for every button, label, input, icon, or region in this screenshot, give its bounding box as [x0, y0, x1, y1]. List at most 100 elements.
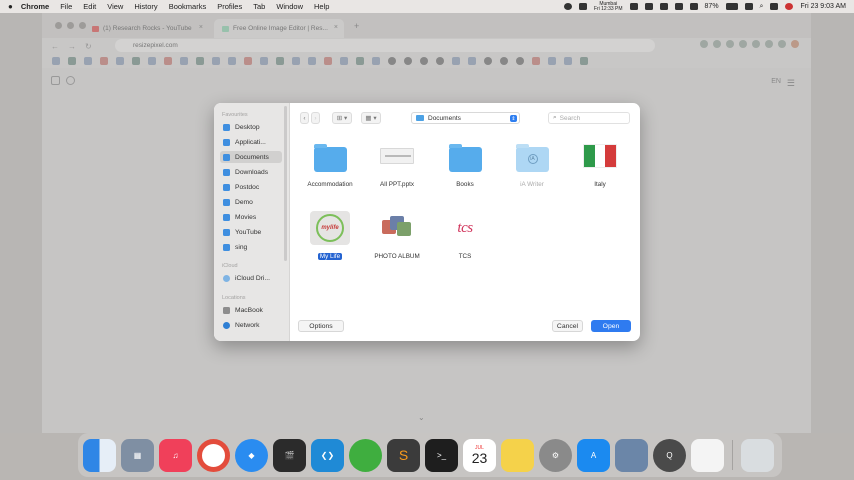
file-item-accommodation[interactable]: Accommodation [295, 139, 365, 191]
calendar-icon[interactable]: JUL 23 [463, 438, 496, 472]
file-item-italy[interactable]: Italy [565, 139, 635, 191]
menubar-datetime[interactable]: Fri 23 9:03 AM [800, 3, 846, 10]
sidebar-item-sing[interactable]: sing [220, 241, 282, 253]
reload-icon[interactable]: ↻ [85, 42, 92, 51]
github-icon[interactable] [436, 57, 444, 65]
screen-recorder-icon[interactable] [349, 438, 382, 472]
minimize-window-button[interactable] [67, 22, 74, 29]
bookmark-icon[interactable] [84, 57, 92, 65]
extension-icon[interactable] [726, 40, 734, 48]
bookmark-icon[interactable] [532, 57, 540, 65]
bookmark-icon[interactable] [148, 57, 156, 65]
discord-icon[interactable] [578, 3, 587, 10]
bookmark-icon[interactable] [452, 57, 460, 65]
bookmark-icon[interactable] [196, 57, 204, 65]
file-item-tcs[interactable]: tcs TCS [430, 211, 500, 263]
file-item-all-ppt[interactable]: All PPT.pptx [362, 139, 432, 191]
address-bar[interactable]: resizepixel.com [115, 39, 655, 52]
tab-image-editor[interactable]: Free Online Image Editor | Res... × [214, 19, 344, 38]
extension-icon[interactable] [752, 40, 760, 48]
sidebar-scrollbar[interactable] [284, 106, 287, 261]
cancel-button[interactable]: Cancel [552, 320, 583, 332]
bookmark-icon[interactable] [372, 57, 380, 65]
grid-icon[interactable] [644, 3, 653, 10]
sublime-icon[interactable]: S [387, 438, 420, 472]
menu-profiles[interactable]: Profiles [217, 2, 242, 11]
textedit-icon[interactable] [691, 438, 724, 472]
sidebar-item-youtube[interactable]: YouTube [220, 226, 282, 238]
world-clock[interactable]: Mumbai Fri 12:33 PM [594, 1, 623, 12]
sidebar-item-postdoc[interactable]: Postdoc [220, 181, 282, 193]
bookmark-icon[interactable] [308, 57, 316, 65]
bookmark-icon[interactable] [164, 57, 172, 65]
open-button[interactable]: Open [591, 320, 631, 332]
menu-help[interactable]: Help [314, 2, 329, 11]
sidebar-item-downloads[interactable]: Downloads [220, 166, 282, 178]
icon-view-icon[interactable]: ⊞ ▾ [332, 112, 352, 124]
menu-bookmarks[interactable]: Bookmarks [169, 2, 207, 11]
bookmark-icon[interactable] [468, 57, 476, 65]
trash-icon[interactable] [741, 438, 774, 472]
apple-menu-icon[interactable]: ● [8, 2, 13, 11]
notes-icon[interactable] [501, 438, 534, 472]
close-icon[interactable]: × [334, 24, 338, 31]
quicktime-icon[interactable]: Q [653, 438, 686, 472]
bookmark-icon[interactable] [340, 57, 348, 65]
menu-edit[interactable]: Edit [83, 2, 96, 11]
file-item-photo-album[interactable]: PHOTO ALBUM [362, 211, 432, 263]
app-icon[interactable] [629, 3, 638, 10]
sidebar-item-movies[interactable]: Movies [220, 211, 282, 223]
bookmark-star-icon[interactable] [700, 40, 708, 48]
sidebar-item-icloud-drive[interactable]: iCloud Dri... [220, 272, 282, 284]
twitter-icon[interactable] [66, 76, 75, 85]
volume-icon[interactable] [689, 3, 698, 10]
file-item-books[interactable]: Books [430, 139, 500, 191]
chevron-down-icon[interactable]: ⌄ [418, 413, 425, 422]
menu-window[interactable]: Window [276, 2, 303, 11]
bookmark-icon[interactable] [244, 57, 252, 65]
music-icon[interactable]: ♫ [159, 438, 192, 472]
headphones-icon[interactable] [659, 3, 668, 10]
hamburger-menu-icon[interactable]: ☰ [787, 78, 795, 89]
app-store-icon[interactable]: A [577, 438, 610, 472]
control-center-icon[interactable] [770, 3, 779, 10]
file-item-ia-writer[interactable]: iA iA Writer [497, 139, 567, 191]
menu-file[interactable]: File [60, 2, 72, 11]
bookmark-icon[interactable] [68, 57, 76, 65]
bluetooth-icon[interactable] [674, 3, 683, 10]
bookmark-icon[interactable] [292, 57, 300, 65]
sidebar-item-applications[interactable]: Applicati... [220, 136, 282, 148]
sidebar-item-macbook[interactable]: MacBook [220, 304, 282, 316]
back-icon[interactable]: ← [51, 42, 59, 51]
options-button[interactable]: Options [298, 320, 344, 332]
location-popup[interactable]: Documents ⇕ [411, 112, 520, 124]
forward-icon[interactable]: › [311, 112, 320, 124]
bookmark-icon[interactable] [356, 57, 364, 65]
bookmark-icon[interactable] [548, 57, 556, 65]
finder-icon[interactable] [83, 438, 116, 472]
final-cut-icon[interactable]: 🎬 [273, 438, 306, 472]
sidebar-item-documents[interactable]: Documents [220, 151, 282, 163]
file-item-my-life[interactable]: mylife My Life [295, 211, 365, 263]
sidebar-item-demo[interactable]: Demo [220, 196, 282, 208]
extension-icon[interactable] [765, 40, 773, 48]
vscode-icon[interactable]: ❮❯ [311, 438, 344, 472]
menu-view[interactable]: View [107, 2, 123, 11]
sidebar-item-network[interactable]: Network [220, 319, 282, 331]
sidebar-item-desktop[interactable]: Desktop [220, 121, 282, 133]
extension-icon[interactable] [713, 40, 721, 48]
user-icon[interactable] [785, 3, 794, 10]
preview-icon[interactable] [615, 438, 648, 472]
bookmark-icon[interactable] [180, 57, 188, 65]
search-input[interactable]: ⌕ Search [548, 112, 630, 124]
github-icon[interactable] [388, 57, 396, 65]
github-icon[interactable] [516, 57, 524, 65]
bookmark-icon[interactable] [212, 57, 220, 65]
close-window-button[interactable] [55, 22, 62, 29]
github-icon[interactable] [500, 57, 508, 65]
tab-youtube[interactable]: (1) Research Rocks - YouTube × [84, 19, 209, 38]
bookmark-icon[interactable] [52, 57, 60, 65]
launchpad-icon[interactable]: ▦ [121, 438, 154, 472]
settings-icon[interactable]: ⚙ [539, 438, 572, 472]
menu-tab[interactable]: Tab [253, 2, 265, 11]
